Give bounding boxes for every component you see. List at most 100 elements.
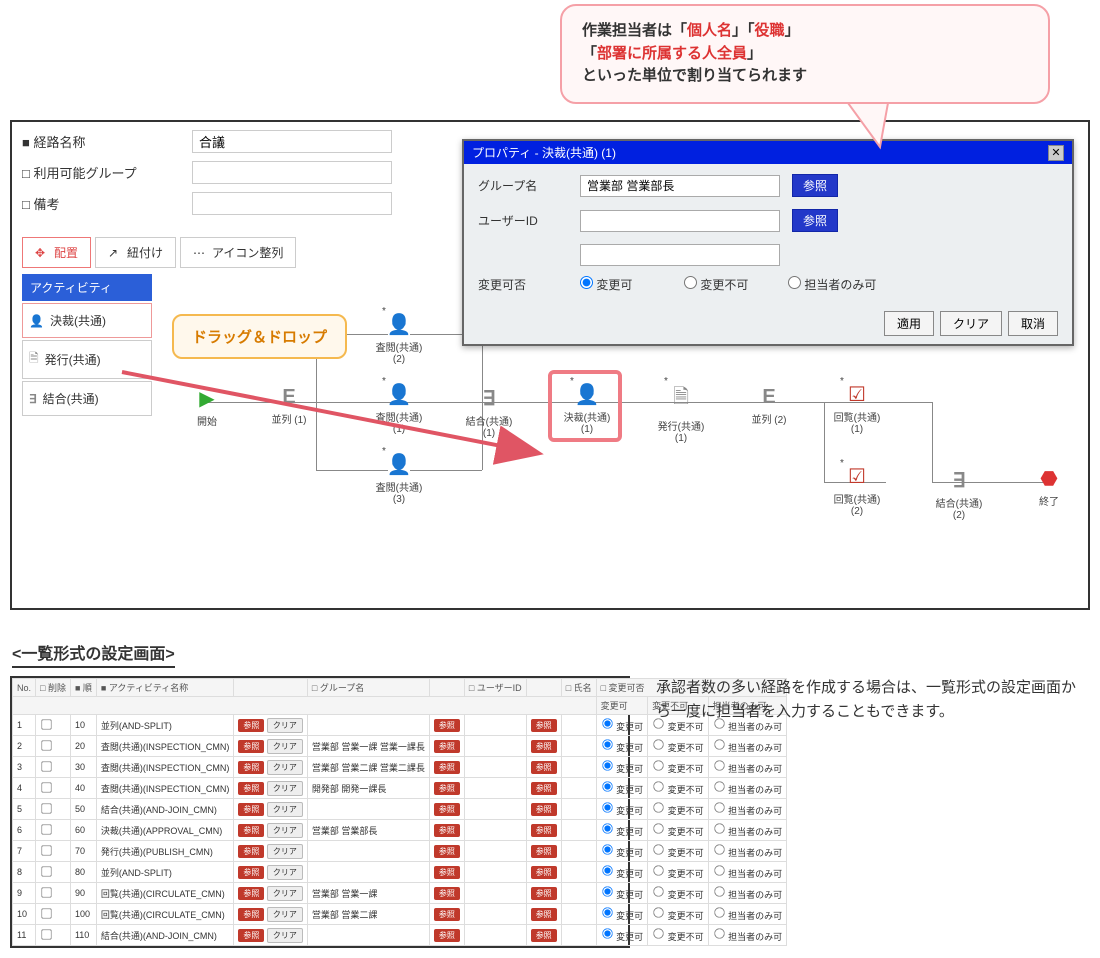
apply-button[interactable]: 適用 [884, 311, 934, 336]
list-section-title: <一覧形式の設定画面> [12, 640, 175, 668]
node-issue[interactable]: *🗎発行(共通) (1) [654, 382, 708, 444]
ref-button[interactable]: 参照 [238, 824, 264, 837]
input-note[interactable] [192, 192, 392, 215]
table-row: 770発行(共通)(PUBLISH_CMN)参照 クリア参照参照 変更可 変更不… [13, 841, 787, 862]
join-icon: ∃ [932, 468, 986, 493]
ref-button[interactable]: 参照 [238, 845, 264, 858]
dots-icon: ⋯ [193, 246, 207, 260]
sidebar-item-label: 決裁(共通) [50, 312, 106, 329]
node-split2[interactable]: E並列 (2) [742, 386, 796, 426]
radio-changeable[interactable]: 変更可 [580, 276, 670, 293]
ref-button[interactable]: 参照 [531, 824, 557, 837]
node-end[interactable]: ⬣終了 [1022, 466, 1076, 508]
join-icon: ∃ [29, 392, 37, 406]
node-circ1[interactable]: *☑回覧(共通) (1) [830, 382, 884, 435]
label-user-id: ユーザーID [478, 212, 568, 229]
ref-button-user[interactable]: 参照 [792, 209, 838, 232]
ref-button[interactable]: 参照 [238, 782, 264, 795]
clear-button[interactable]: クリア [267, 907, 303, 922]
clear-button[interactable]: クリア [267, 781, 303, 796]
dialog-button-row: 適用 クリア 取消 [478, 305, 1058, 336]
ref-button[interactable]: 参照 [238, 887, 264, 900]
clear-button[interactable]: クリア [267, 928, 303, 943]
ref-button[interactable]: 参照 [434, 866, 460, 879]
ref-button[interactable]: 参照 [531, 803, 557, 816]
label-group-name: グループ名 [478, 177, 568, 194]
ref-button[interactable]: 参照 [531, 719, 557, 732]
cancel-button[interactable]: 取消 [1008, 311, 1058, 336]
ref-button[interactable]: 参照 [238, 908, 264, 921]
ref-button[interactable]: 参照 [238, 866, 264, 879]
tab-link[interactable]: ↗紐付け [95, 237, 176, 268]
ref-button[interactable]: 参照 [238, 929, 264, 942]
ref-button[interactable]: 参照 [434, 740, 460, 753]
radio-owner-only[interactable]: 担当者のみ可 [788, 276, 878, 293]
ref-button[interactable]: 参照 [238, 803, 264, 816]
clear-button[interactable]: クリア [267, 823, 303, 838]
table-row: 550結合(共通)(AND-JOIN_CMN)参照 クリア参照参照 変更可 変更… [13, 799, 787, 820]
ref-button[interactable]: 参照 [531, 782, 557, 795]
route-editor-screenshot: ■ 経路名称 □ 利用可能グループ □ 備考 ✥配置 ↗紐付け ⋯アイコン整列 … [10, 120, 1090, 610]
radio-not-changeable[interactable]: 変更不可 [684, 276, 774, 293]
sidebar-head: アクティビティ [22, 274, 152, 301]
ref-button-group[interactable]: 参照 [792, 174, 838, 197]
node-join2[interactable]: ∃結合(共通) (2) [932, 468, 986, 521]
ref-button[interactable]: 参照 [531, 761, 557, 774]
ref-button[interactable]: 参照 [238, 719, 264, 732]
ref-button[interactable]: 参照 [434, 845, 460, 858]
ref-button[interactable]: 参照 [531, 929, 557, 942]
callout-drag-drop: ドラッグ＆ドロップ [172, 314, 347, 359]
dialog-titlebar[interactable]: プロパティ - 決裁(共通) (1) ✕ [464, 141, 1072, 164]
check-icon: ☑ [830, 382, 884, 407]
clear-button[interactable]: クリア [940, 311, 1002, 336]
prop-row-user2 [478, 244, 1058, 266]
clear-button[interactable]: クリア [267, 802, 303, 817]
person-icon: 👤 [29, 314, 44, 328]
sidebar-item-approve[interactable]: 👤 決裁(共通) [22, 303, 152, 338]
ref-button[interactable]: 参照 [434, 719, 460, 732]
table-row: 990回覧(共通)(CIRCULATE_CMN)参照 クリア営業部 営業一課参照… [13, 883, 787, 904]
ref-button[interactable]: 参照 [434, 803, 460, 816]
ref-button[interactable]: 参照 [238, 761, 264, 774]
close-icon[interactable]: ✕ [1048, 145, 1064, 161]
tab-place[interactable]: ✥配置 [22, 237, 91, 268]
input-user-id-2[interactable] [580, 244, 780, 266]
input-route-name[interactable] [192, 130, 392, 153]
tab-align[interactable]: ⋯アイコン整列 [180, 237, 296, 268]
sidebar-item-label: 発行(共通) [45, 351, 101, 368]
ref-button[interactable]: 参照 [531, 845, 557, 858]
list-view-screenshot: No. □ 削除 ■ 順 ■ アクティビティ名称 □ グループ名 □ ユーザーI… [10, 676, 630, 948]
label-available-group: □ 利用可能グループ [22, 163, 192, 182]
doc-icon: 🗎 [29, 349, 39, 370]
input-group-name[interactable] [580, 175, 780, 197]
ref-button[interactable]: 参照 [434, 908, 460, 921]
split-icon: E [742, 386, 796, 409]
table-row: 10100回覧(共通)(CIRCULATE_CMN)参照 クリア営業部 営業二課… [13, 904, 787, 925]
clear-button[interactable]: クリア [267, 760, 303, 775]
node-circ2[interactable]: *☑回覧(共通) (2) [830, 464, 884, 517]
clear-button[interactable]: クリア [267, 865, 303, 880]
ref-button[interactable]: 参照 [238, 740, 264, 753]
ref-button[interactable]: 参照 [434, 929, 460, 942]
ref-button[interactable]: 参照 [434, 761, 460, 774]
table-row: 880並列(AND-SPLIT)参照 クリア参照参照 変更可 変更不可 担当者の… [13, 862, 787, 883]
ref-button[interactable]: 参照 [531, 866, 557, 879]
link-icon: ↗ [108, 246, 122, 260]
input-available-group[interactable] [192, 161, 392, 184]
clear-button[interactable]: クリア [267, 739, 303, 754]
ref-button[interactable]: 参照 [434, 824, 460, 837]
input-user-id[interactable] [580, 210, 780, 232]
move-icon: ✥ [35, 246, 49, 260]
ref-button[interactable]: 参照 [531, 887, 557, 900]
table-row: 11110結合(共通)(AND-JOIN_CMN)参照 クリア参照参照 変更可 … [13, 925, 787, 946]
ref-button[interactable]: 参照 [434, 782, 460, 795]
drag-arrow [112, 352, 552, 472]
ref-button[interactable]: 参照 [434, 887, 460, 900]
clear-button[interactable]: クリア [267, 886, 303, 901]
clear-button[interactable]: クリア [267, 718, 303, 733]
ref-button[interactable]: 参照 [531, 740, 557, 753]
property-dialog: プロパティ - 決裁(共通) (1) ✕ グループ名 参照 ユーザーID 参照 … [462, 139, 1074, 346]
stop-icon: ⬣ [1022, 466, 1076, 491]
clear-button[interactable]: クリア [267, 844, 303, 859]
ref-button[interactable]: 参照 [531, 908, 557, 921]
